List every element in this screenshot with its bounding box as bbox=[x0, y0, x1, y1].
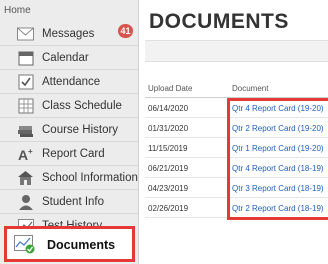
document-link[interactable]: Qtr 3 Report Card (18-19) bbox=[232, 184, 324, 193]
toolbar-strip bbox=[145, 40, 328, 62]
sidebar-item-label: Documents bbox=[47, 238, 116, 252]
unread-count-badge: 41 bbox=[118, 24, 133, 38]
column-header-upload-date[interactable]: Upload Date bbox=[148, 84, 192, 93]
sidebar-item-course-history[interactable]: Course History bbox=[0, 118, 138, 142]
table-row: 02/26/2019 Qtr 2 Report Card (18-19) bbox=[145, 198, 328, 218]
sidebar-item-label: Report Card bbox=[42, 147, 105, 160]
sidebar-item-messages[interactable]: Messages 41 bbox=[0, 22, 138, 46]
books-icon bbox=[17, 121, 34, 138]
page-title: DOCUMENTS bbox=[149, 10, 289, 33]
sidebar: Home Messages 41 Calendar Attendance Cla… bbox=[0, 0, 139, 264]
document-link[interactable]: Qtr 1 Report Card (19-20) bbox=[232, 144, 324, 153]
column-header-document[interactable]: Document bbox=[232, 84, 268, 93]
sidebar-item-label: Class Schedule bbox=[42, 99, 122, 112]
sidebar-item-documents[interactable]: Documents bbox=[4, 226, 135, 262]
envelope-icon bbox=[17, 25, 34, 42]
document-link[interactable]: Qtr 2 Report Card (18-19) bbox=[232, 204, 324, 213]
upload-date-cell: 06/14/2020 bbox=[148, 104, 189, 113]
grade-a-plus-icon: A + bbox=[17, 145, 34, 162]
upload-date-cell: 04/23/2019 bbox=[148, 184, 189, 193]
calendar-icon bbox=[17, 49, 34, 66]
upload-date-cell: 11/15/2019 bbox=[148, 144, 188, 153]
schedule-grid-icon bbox=[17, 97, 34, 114]
sidebar-item-class-schedule[interactable]: Class Schedule bbox=[0, 94, 138, 118]
sidebar-item-report-card[interactable]: A + Report Card bbox=[0, 142, 138, 166]
table-row: 11/15/2019 Qtr 1 Report Card (19-20) bbox=[145, 138, 328, 158]
table-row: 06/21/2019 Qtr 4 Report Card (18-19) bbox=[145, 158, 328, 178]
sidebar-item-student-info[interactable]: Student Info bbox=[0, 190, 138, 214]
sidebar-item-school-information[interactable]: School Information bbox=[0, 166, 138, 190]
documents-chart-check-icon bbox=[14, 234, 36, 254]
table-row: 06/14/2020 Qtr 4 Report Card (19-20) bbox=[145, 98, 328, 118]
sidebar-home-label[interactable]: Home bbox=[4, 5, 31, 16]
checkbox-icon bbox=[17, 73, 34, 90]
sidebar-item-label: Messages bbox=[42, 27, 95, 40]
sidebar-item-label: Calendar bbox=[42, 51, 89, 64]
svg-text:+: + bbox=[28, 147, 33, 156]
sidebar-item-label: School Information bbox=[42, 171, 138, 184]
sidebar-item-calendar[interactable]: Calendar bbox=[0, 46, 138, 70]
sidebar-item-attendance[interactable]: Attendance bbox=[0, 70, 138, 94]
document-link[interactable]: Qtr 4 Report Card (19-20) bbox=[232, 104, 324, 113]
sidebar-item-label: Attendance bbox=[42, 75, 101, 88]
svg-text:A: A bbox=[18, 147, 28, 162]
upload-date-cell: 01/31/2020 bbox=[148, 124, 189, 133]
document-link[interactable]: Qtr 2 Report Card (19-20) bbox=[232, 124, 324, 133]
school-building-icon bbox=[17, 169, 34, 186]
sidebar-item-label: Course History bbox=[42, 123, 119, 136]
table-row: 04/23/2019 Qtr 3 Report Card (18-19) bbox=[145, 178, 328, 198]
student-person-icon bbox=[17, 193, 34, 210]
upload-date-cell: 06/21/2019 bbox=[148, 164, 189, 173]
sidebar-item-label: Student Info bbox=[42, 195, 105, 208]
document-link[interactable]: Qtr 4 Report Card (18-19) bbox=[232, 164, 324, 173]
upload-date-cell: 02/26/2019 bbox=[148, 204, 189, 213]
table-row: 01/31/2020 Qtr 2 Report Card (19-20) bbox=[145, 118, 328, 138]
